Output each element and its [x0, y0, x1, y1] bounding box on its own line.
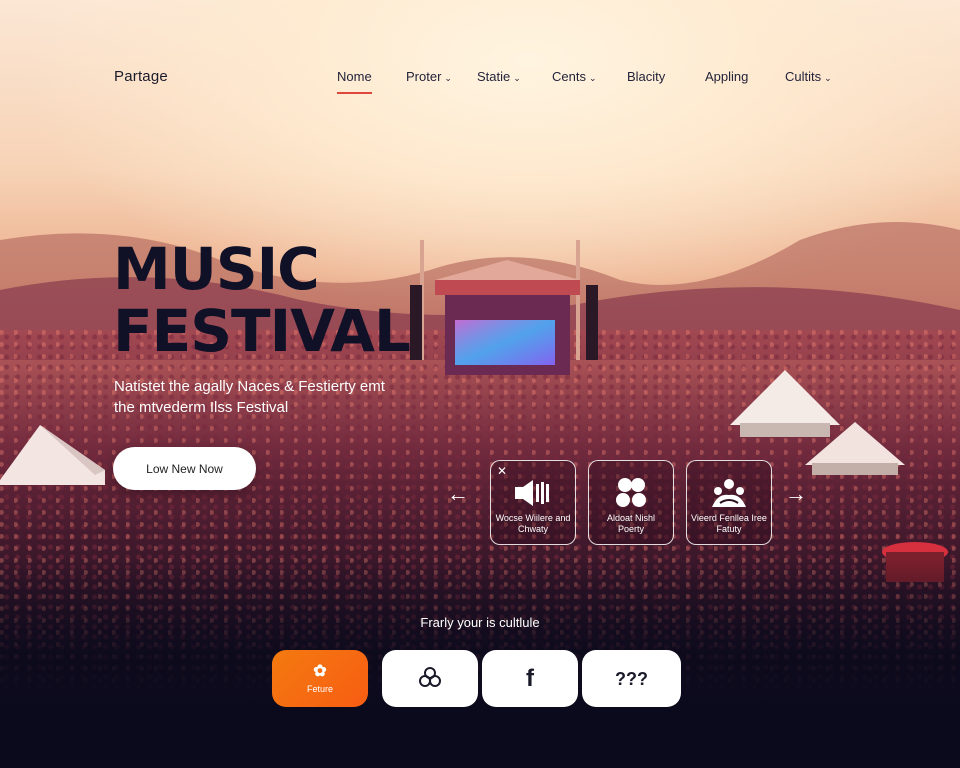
tent-far-right [805, 422, 905, 475]
feature-card-label: Wocse Wiilere and Chwaty [495, 513, 571, 534]
feature-card-sound[interactable]: ✕ Wocse Wiilere and Chwaty [490, 460, 576, 545]
feature-card-family[interactable]: Vieerd Fenllea Iree Fatuty [686, 460, 772, 545]
tent-left [0, 425, 105, 485]
nav-item-proter[interactable]: Proter ⌄ [406, 69, 452, 84]
speaker-icon [491, 475, 575, 511]
social-button-facebook[interactable]: f [482, 650, 578, 707]
chevron-down-icon: ⌄ [444, 73, 452, 83]
hero-title-line-1: MUSIC [113, 235, 320, 303]
social-button-more[interactable]: ??? [582, 650, 681, 707]
site-logo[interactable]: Partage [114, 68, 168, 85]
people-group-icon [589, 475, 673, 511]
stage-illustration [410, 240, 598, 375]
more-icon: ??? [615, 668, 648, 689]
nav-item-blacity[interactable]: Blacity [627, 69, 665, 84]
nav-item-label: Blacity [627, 69, 666, 84]
feature-card-label: Aldoat Nishl Poerty [606, 513, 656, 534]
follow-heading: Frarly your is cultlule [420, 615, 540, 630]
nav-item-label: Statie [477, 69, 511, 84]
feature-card-night[interactable]: Aldoat Nishl Poerty [588, 460, 674, 545]
link-knot-icon [417, 665, 443, 692]
social-button-label: Feture [306, 684, 333, 694]
chevron-down-icon: ⌄ [513, 73, 521, 83]
nav-item-label: Appling [705, 69, 749, 84]
flower-icon: ✿ [313, 663, 327, 680]
nav-item-cultits[interactable]: Cultits ⌄ [785, 69, 832, 84]
hero-subtitle: Natistet the agally Naces & Festierty em… [114, 378, 385, 416]
social-button-feature[interactable]: ✿ Feture [272, 650, 368, 707]
nav-item-label: Proter [406, 69, 442, 84]
facebook-icon: f [526, 664, 534, 692]
top-navigation: Partage Nome Proter ⌄ Statie ⌄ Cents ⌄ Blac… [0, 0, 960, 110]
nav-item-cents[interactable]: Cents ⌄ [552, 69, 597, 84]
arrow-right-icon[interactable]: → [782, 480, 810, 508]
chevron-down-icon: ⌄ [588, 73, 597, 83]
feature-card-label: Vieerd Fenllea Iree Fatuty [691, 513, 767, 534]
arrow-left-icon[interactable]: ← [444, 480, 472, 508]
nav-item-label: Cents [552, 69, 586, 84]
hero-title: MUSIC FESTIVAL [113, 235, 411, 365]
cta-button[interactable]: Low New Now [113, 447, 256, 490]
nav-item-nome[interactable]: Nome [337, 69, 372, 94]
bottom-fade [0, 560, 960, 768]
hero-title-line-2: FESTIVAL [113, 297, 411, 365]
social-button-link[interactable] [382, 650, 478, 707]
nav-item-statie[interactable]: Statie ⌄ [477, 69, 521, 84]
community-icon [687, 475, 771, 511]
nav-item-label: Cultits [785, 69, 822, 84]
nav-item-appling[interactable]: Appling [705, 69, 748, 84]
nav-item-label: Nome [337, 69, 372, 84]
chevron-down-icon: ⌄ [824, 73, 832, 83]
